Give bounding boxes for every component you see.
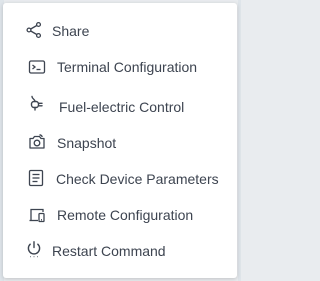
camera-icon (28, 133, 46, 151)
background-right-edge (238, 0, 241, 281)
menu-item-label: Check Device Parameters (56, 171, 219, 187)
menu-item-check-device-parameters[interactable]: Check Device Parameters (3, 162, 237, 194)
context-menu: Share Terminal Configuration Fuel-electr… (3, 3, 237, 278)
share-icon (25, 21, 43, 39)
plug-icon (28, 94, 46, 112)
menu-item-label: Share (52, 23, 90, 39)
menu-item-label: Restart Command (52, 243, 166, 259)
menu-item-share[interactable]: Share (3, 14, 237, 46)
menu-item-fuel-electric-control[interactable]: Fuel-electric Control (3, 89, 237, 121)
menu-item-label: Snapshot (57, 135, 117, 151)
menu-item-label: Remote Configuration (57, 207, 194, 223)
terminal-icon (28, 58, 46, 76)
menu-item-terminal-configuration[interactable]: Terminal Configuration (3, 50, 237, 82)
menu-item-label: Terminal Configuration (57, 59, 198, 75)
devices-icon (28, 206, 46, 224)
power-icon (25, 240, 43, 258)
menu-item-snapshot[interactable]: Snapshot (3, 126, 237, 158)
document-list-icon (27, 169, 45, 187)
menu-item-restart-command[interactable]: Restart Command (3, 234, 237, 266)
menu-item-label: Fuel-electric Control (59, 99, 185, 115)
menu-item-remote-configuration[interactable]: Remote Configuration (3, 198, 237, 230)
